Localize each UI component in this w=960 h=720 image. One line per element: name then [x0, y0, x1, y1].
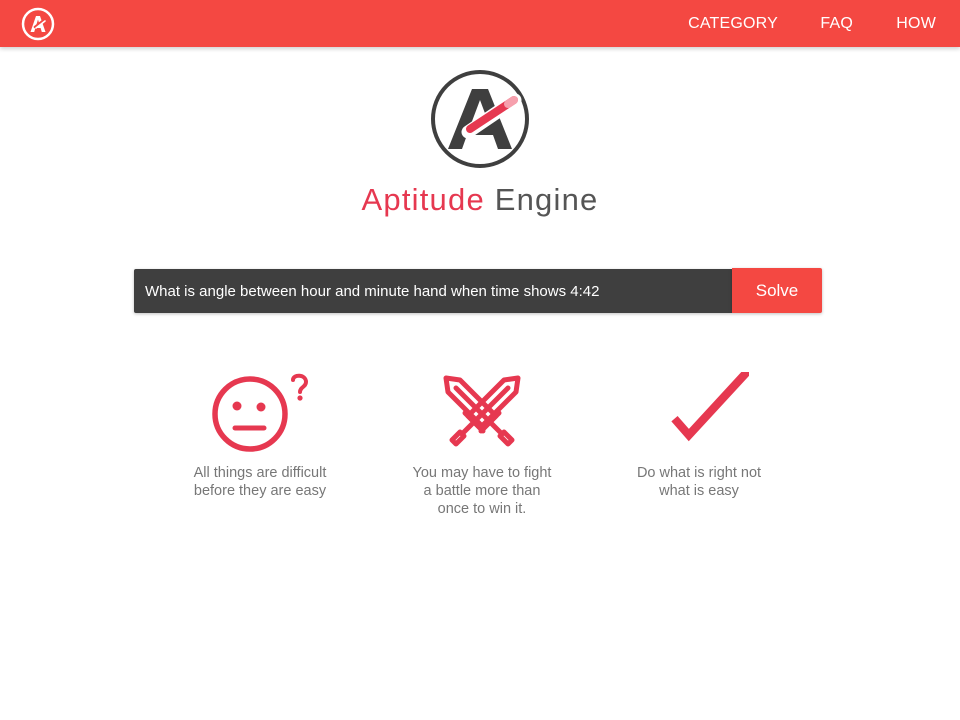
feature-card-battle: You may have to fight a battle more than… [407, 372, 557, 518]
nav-how-link[interactable]: HOW [896, 15, 936, 33]
feature-text: All things are difficult before they are… [193, 465, 327, 499]
checkmark-icon [671, 372, 749, 442]
solve-button[interactable]: Solve [732, 268, 822, 313]
aptitude-engine-logo-icon[interactable] [21, 7, 55, 41]
feature-text: You may have to fight a battle more than… [412, 465, 552, 517]
top-navbar: CATEGORY FAQ HOW [0, 0, 960, 47]
question-form: Solve [134, 268, 822, 313]
brand-name-part2: Engine [494, 182, 599, 217]
feature-card-difficult: All things are difficult before they are… [185, 372, 335, 500]
brand-wordmark: Aptitude Engine [0, 182, 960, 218]
nav-faq-link[interactable]: FAQ [820, 15, 853, 33]
confused-face-icon [212, 373, 309, 452]
question-input[interactable] [134, 269, 732, 313]
feature-card-right: Do what is right not what is easy [624, 372, 774, 500]
nav-category-link[interactable]: CATEGORY [688, 15, 778, 33]
brand-name-part1: Aptitude [361, 182, 485, 217]
feature-text: Do what is right not what is easy [636, 465, 762, 499]
crossed-swords-icon [443, 375, 521, 447]
aptitude-engine-logo-mark-icon [431, 70, 529, 168]
